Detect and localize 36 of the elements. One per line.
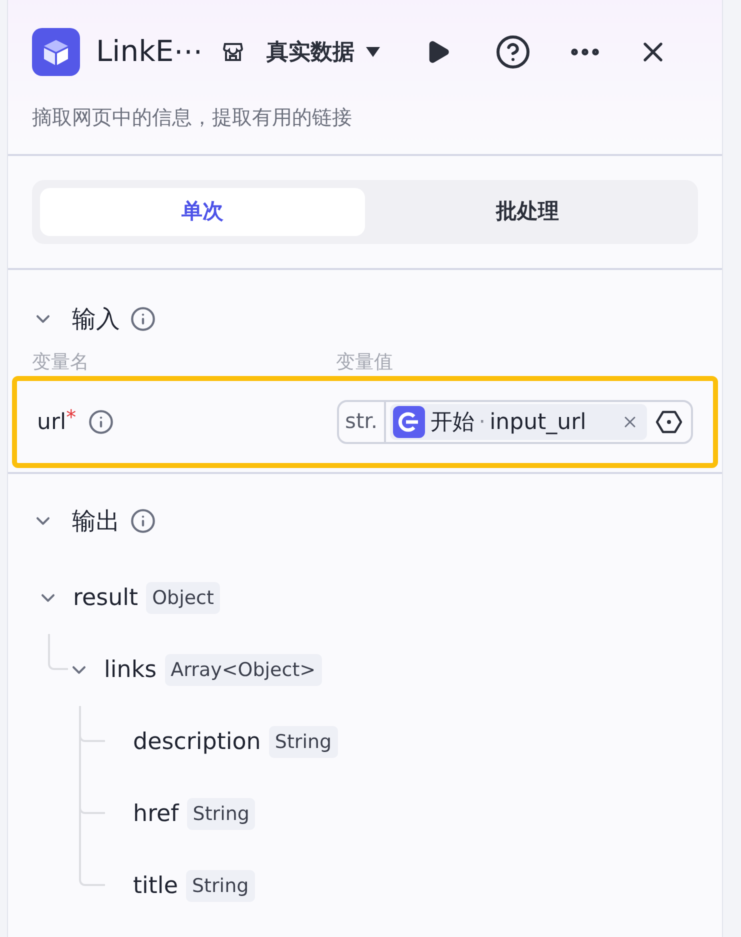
store-icon[interactable] bbox=[220, 40, 245, 64]
node-title: LinkE⋯ bbox=[96, 33, 203, 70]
type-tag: String bbox=[268, 726, 338, 758]
type-tag: String bbox=[186, 870, 255, 902]
tree-connector bbox=[79, 850, 105, 886]
hexagon-settings-icon[interactable] bbox=[655, 408, 683, 436]
type-tag: Array<Object> bbox=[164, 654, 322, 686]
info-icon[interactable] bbox=[130, 306, 156, 332]
section-title: 输入 bbox=[72, 304, 120, 335]
info-icon[interactable] bbox=[88, 409, 114, 435]
type-tag: String bbox=[186, 798, 256, 830]
param-name: url bbox=[37, 408, 66, 436]
reference-text: 开始 · input_url bbox=[430, 408, 586, 436]
type-prefix: str. bbox=[339, 402, 386, 442]
tree-connector bbox=[48, 634, 68, 670]
start-node-icon bbox=[392, 406, 425, 438]
mode-tab[interactable]: 单次 bbox=[40, 188, 365, 236]
info-icon[interactable] bbox=[130, 508, 156, 534]
variable-reference-chip[interactable]: 开始 · input_url bbox=[390, 404, 647, 440]
required-mark: * bbox=[66, 404, 76, 430]
caret-icon bbox=[364, 46, 381, 58]
node-description: 摘取网页中的信息，提取有用的链接 bbox=[32, 104, 353, 131]
type-tag: Object bbox=[146, 582, 220, 614]
column-header: 变量值 bbox=[336, 350, 393, 374]
cube-logo-icon bbox=[32, 28, 80, 76]
field-name: links bbox=[104, 656, 157, 685]
variable-value-field[interactable]: str. 开始 · input_url bbox=[337, 400, 693, 444]
help-icon[interactable] bbox=[494, 34, 531, 70]
data-mode-dropdown[interactable]: 真实数据 bbox=[266, 36, 381, 68]
field-name: description bbox=[133, 728, 261, 757]
field-name: href bbox=[133, 800, 179, 829]
column-header: 变量名 bbox=[32, 350, 90, 374]
field-name: title bbox=[133, 872, 178, 901]
field-name: result bbox=[73, 584, 138, 613]
section-title: 输出 bbox=[72, 506, 120, 537]
mode-tab[interactable]: 批处理 bbox=[365, 188, 690, 236]
